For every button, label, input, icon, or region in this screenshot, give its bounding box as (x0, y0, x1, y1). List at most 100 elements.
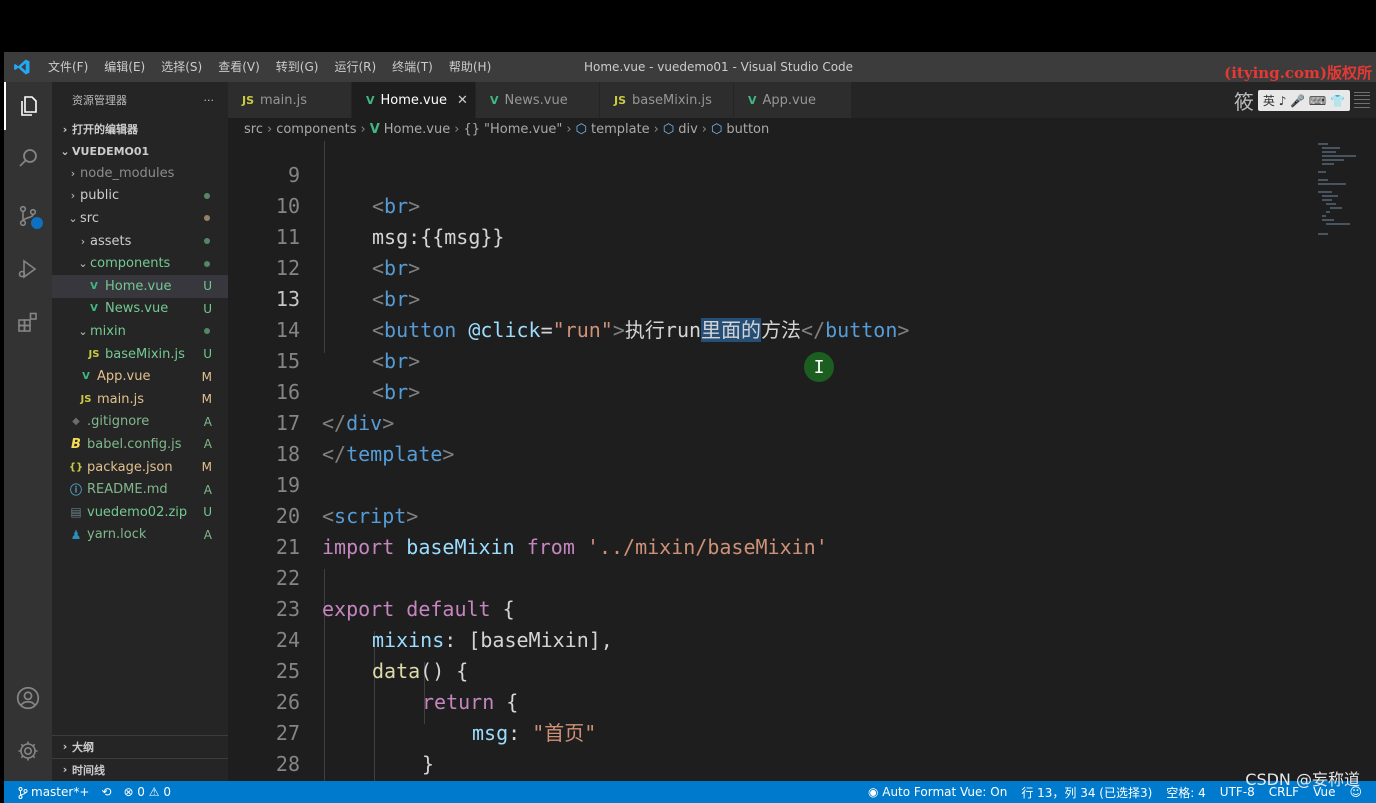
menu-view[interactable]: 查看(V) (210, 52, 268, 82)
tree-item-label: .gitignore (87, 414, 150, 430)
breadcrumb-home-vue-symbol[interactable]: "Home.vue" (484, 122, 562, 137)
git-status-badge: U (203, 505, 212, 520)
menu-help[interactable]: 帮助(H) (441, 52, 499, 82)
tab-news-vue[interactable]: V News.vue (476, 82, 600, 118)
breadcrumb-div[interactable]: div (678, 122, 698, 137)
menu-go[interactable]: 转到(G) (268, 52, 327, 82)
outline-section[interactable]: › 大纲 (52, 735, 228, 757)
code-editor[interactable]: 9 <br> 10 msg:{{msg}} 11 <br> 12 <br> 13… (228, 141, 1316, 781)
menu-edit[interactable]: 编辑(E) (96, 52, 153, 82)
menu-file[interactable]: 文件(F) (40, 52, 96, 82)
tree-item-assets[interactable]: › assets (52, 230, 228, 253)
tree-item-label: Home.vue (105, 278, 172, 294)
editor-tabs: JS main.js V Home.vue ✕ V News.vue JS ba… (228, 82, 1376, 118)
js-icon: JS (614, 93, 627, 107)
settings-gear-icon[interactable] (4, 727, 52, 775)
minimap-line (1322, 155, 1356, 157)
chevron-right-icon: › (62, 763, 68, 776)
chevron-down-icon: ⌄ (78, 324, 88, 338)
tree-item-basemixin-js[interactable]: JS baseMixin.js U (52, 343, 228, 366)
tab-label: App.vue (762, 92, 816, 108)
search-icon[interactable] (4, 134, 52, 182)
minimap-line (1322, 199, 1332, 201)
yarn-icon: ♟ (70, 527, 82, 542)
title-bar: 文件(F) 编辑(E) 选择(S) 查看(V) 转到(G) 运行(R) 终端(T… (4, 52, 1376, 82)
tab-main-js[interactable]: JS main.js (228, 82, 352, 118)
babel-icon: B (71, 436, 81, 452)
project-section[interactable]: ⌄ VUEDEMO01 (52, 140, 228, 162)
tree-item-gitignore[interactable]: ◆ .gitignore A (52, 411, 228, 434)
tree-item-mixin[interactable]: ⌄ mixin (52, 320, 228, 343)
breadcrumb-button[interactable]: button (726, 122, 769, 137)
git-branch-button[interactable]: master*+ (18, 785, 89, 799)
open-editors-section[interactable]: › 打开的编辑器 (52, 118, 228, 140)
breadcrumb-separator: › (360, 122, 366, 137)
ime-toolbar[interactable]: 英 ♪ 🎤 ⌨ 👕 (1257, 89, 1350, 111)
modified-dot-icon (204, 260, 210, 267)
breadcrumb-template[interactable]: template (591, 122, 650, 137)
source-control-icon[interactable] (4, 192, 52, 240)
js-icon: JS (242, 93, 255, 107)
tab-home-vue[interactable]: V Home.vue ✕ (352, 82, 476, 118)
git-status-badge: M (201, 369, 212, 384)
code-line: 22 export default { (228, 532, 1316, 621)
tree-item-public[interactable]: › public (52, 185, 228, 208)
breadcrumb-components[interactable]: components (276, 122, 356, 137)
minimap-line (1318, 183, 1346, 185)
vscode-window: 文件(F) 编辑(E) 选择(S) 查看(V) 转到(G) 运行(R) 终端(T… (4, 52, 1376, 803)
status-left: master*+ ⟲ ⊗ 0 ⚠ 0 (4, 785, 171, 799)
minimap-line (1326, 211, 1330, 213)
menu-terminal[interactable]: 终端(T) (384, 52, 441, 82)
accounts-icon[interactable] (4, 674, 52, 722)
tree-item-node-modules[interactable]: › node_modules (52, 162, 228, 185)
tab-app-vue[interactable]: V App.vue (734, 82, 852, 118)
problems-indicator[interactable]: ⊗ 0 ⚠ 0 (123, 785, 171, 799)
code-line: 21 (228, 501, 1316, 559)
minimap-line (1318, 233, 1328, 235)
outline-label: 大纲 (72, 740, 94, 754)
explorer-header: 资源管理器 ··· (52, 82, 228, 118)
modified-dot-icon (204, 192, 210, 199)
braces-icon: {} (463, 122, 480, 137)
code-line: 26 msg: "首页" (228, 656, 1316, 745)
tree-item-main-js[interactable]: JS main.js M (52, 388, 228, 411)
tree-item-package-json[interactable]: {} package.json M (52, 456, 228, 479)
tree-item-readme[interactable]: ⓘ README.md A (52, 478, 228, 501)
minimap-line (1318, 171, 1326, 173)
code-line: 11 <br> (228, 191, 1316, 280)
breadcrumb-src[interactable]: src (244, 122, 263, 137)
more-actions-icon[interactable]: ··· (204, 94, 215, 107)
modified-dot-icon (204, 328, 210, 335)
git-status-badge: A (203, 414, 212, 429)
menu-selection[interactable]: 选择(S) (153, 52, 210, 82)
tree-item-app-vue[interactable]: V App.vue M (52, 365, 228, 388)
cursor-position[interactable]: 行 13，列 34 (已选择3) (1021, 784, 1152, 801)
minimap-line (1326, 223, 1350, 225)
minimap-line (1318, 191, 1332, 193)
close-icon[interactable]: ✕ (457, 93, 468, 108)
tree-item-components[interactable]: ⌄ components (52, 252, 228, 275)
auto-format-toggle[interactable]: ◉ Auto Format Vue: On (868, 785, 1007, 799)
breadcrumb-home-vue[interactable]: Home.vue (384, 122, 450, 137)
minimap[interactable] (1316, 141, 1376, 781)
tree-item-babel-config[interactable]: B babel.config.js A (52, 433, 228, 456)
explorer-icon[interactable] (4, 82, 52, 130)
chevron-down-icon: ⌄ (60, 144, 70, 158)
run-debug-icon[interactable] (4, 245, 52, 293)
chevron-right-icon: › (80, 234, 86, 248)
indentation[interactable]: 空格: 4 (1166, 784, 1206, 801)
tree-item-yarn-lock[interactable]: ♟ yarn.lock A (52, 524, 228, 547)
tree-item-zip[interactable]: ▤ vuedemo02.zip U (52, 501, 228, 524)
extensions-icon[interactable] (4, 298, 52, 346)
tree-item-news-vue[interactable]: V News.vue U (52, 298, 228, 321)
git-branch-label: master*+ (31, 785, 90, 799)
modified-dot-icon (204, 215, 210, 222)
timeline-section[interactable]: › 时间线 (52, 758, 228, 780)
minimap-line (1318, 179, 1328, 181)
tree-item-home-vue[interactable]: V Home.vue U (52, 274, 228, 298)
tab-label: News.vue (504, 92, 568, 108)
sync-icon[interactable]: ⟲ (101, 785, 111, 799)
tab-basemixin-js[interactable]: JS baseMixin.js (600, 82, 734, 118)
menu-run[interactable]: 运行(R) (326, 52, 384, 82)
tree-item-src[interactable]: ⌄ src (52, 207, 228, 230)
